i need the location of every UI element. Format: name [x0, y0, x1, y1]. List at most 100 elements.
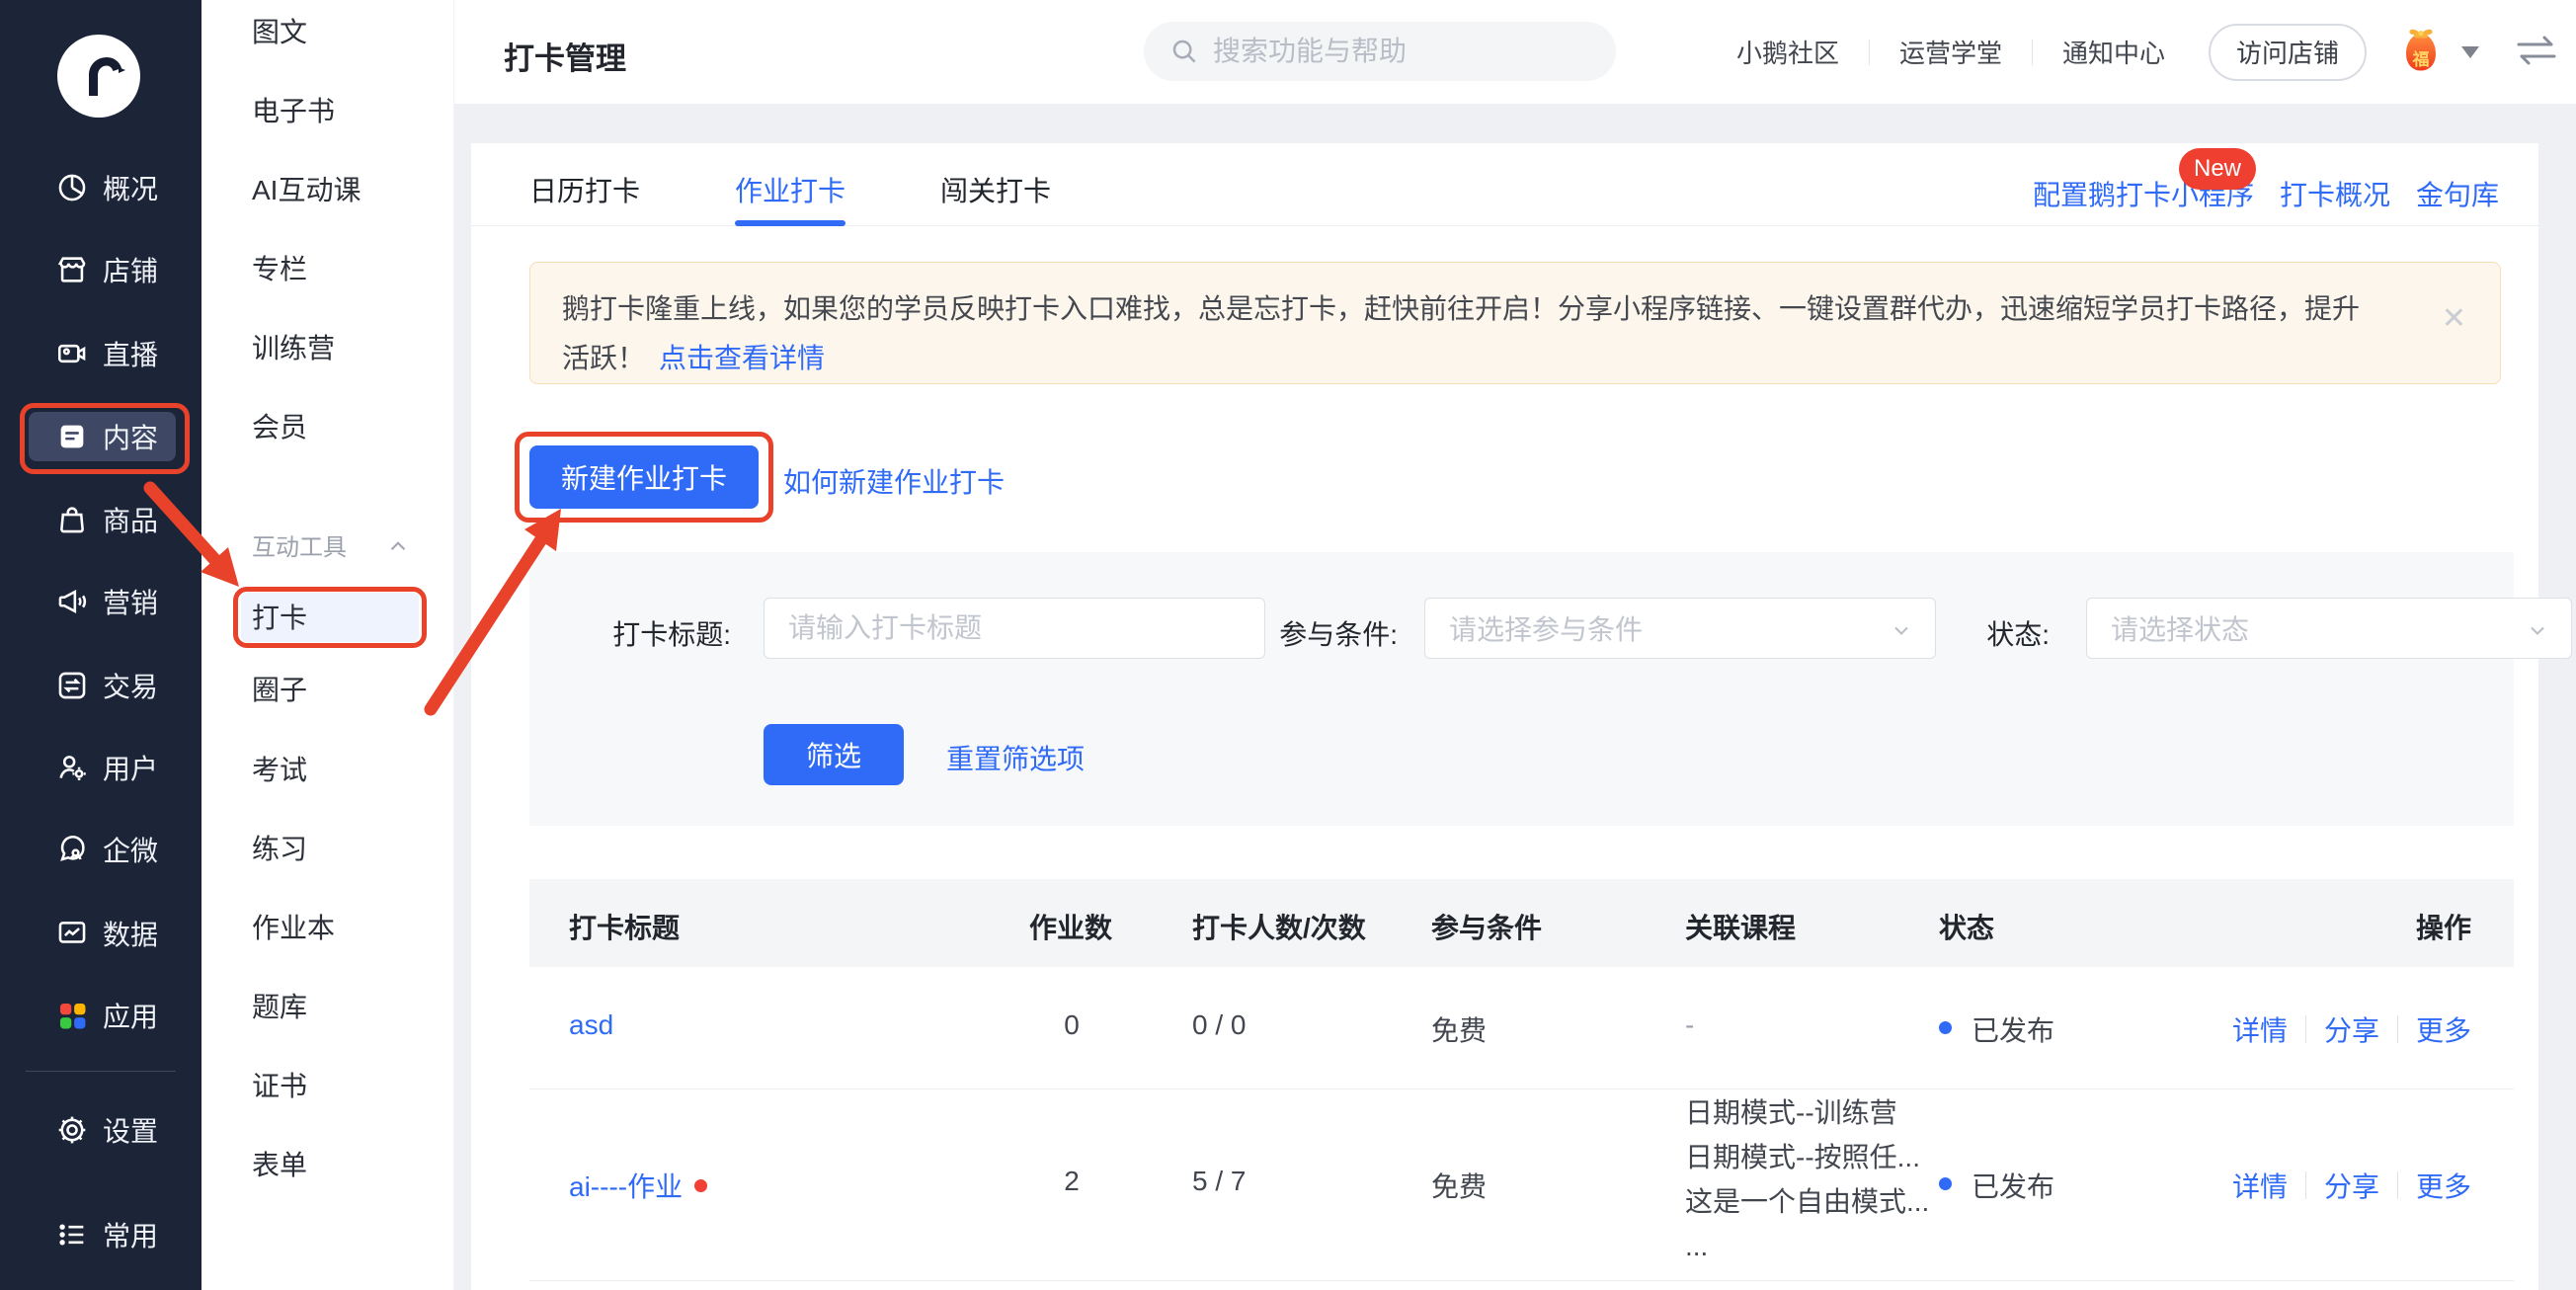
- tab-bar: 日历打卡 作业打卡 闯关打卡: [529, 170, 1051, 209]
- search-input[interactable]: [1213, 36, 1588, 67]
- chevron-down-icon[interactable]: [2461, 46, 2479, 67]
- submenu-item-ebook[interactable]: 电子书: [252, 92, 335, 131]
- condition-select[interactable]: 请选择参与条件: [1424, 598, 1936, 659]
- shop-icon: [55, 253, 89, 286]
- course-line: ...: [1685, 1224, 1929, 1268]
- status-dot: [1939, 1021, 1952, 1034]
- submenu-item-ai-course[interactable]: AI互动课: [252, 171, 361, 210]
- link-daka-overview[interactable]: 打卡概况: [2280, 174, 2390, 213]
- condition-select-placeholder: 请选择参与条件: [1449, 608, 1643, 648]
- action-more[interactable]: 更多: [2416, 1166, 2471, 1205]
- status-cell: 已发布: [1972, 1009, 2054, 1049]
- action-share[interactable]: 分享: [2324, 1009, 2379, 1049]
- banner-detail-link[interactable]: 点击查看详情: [659, 343, 825, 373]
- submenu-item-practice[interactable]: 练习: [252, 830, 307, 869]
- condition-cell: 免费: [1431, 1009, 1487, 1049]
- row-actions: 详情 分享 更多: [2232, 1166, 2471, 1205]
- status-cell: 已发布: [1972, 1166, 2054, 1205]
- avatar[interactable]: 福: [2394, 24, 2448, 81]
- action-more[interactable]: 更多: [2416, 1009, 2471, 1049]
- sidebar-item-overview[interactable]: 概况: [0, 163, 201, 212]
- action-detail[interactable]: 详情: [2232, 1009, 2288, 1049]
- sidebar-item-label: 企微: [103, 830, 158, 869]
- header-right-group: 小鹅社区 运营学堂 通知中心 访问店铺 福: [1736, 0, 2560, 104]
- sidebar-item-settings[interactable]: 设置: [0, 1105, 201, 1155]
- daka-title-link[interactable]: ai----作业: [569, 1166, 683, 1205]
- brand-logo[interactable]: [56, 34, 141, 119]
- filter-title-label: 打卡标题:: [607, 613, 731, 653]
- active-tab-underline: [735, 220, 845, 226]
- status-select[interactable]: 请选择状态: [2086, 598, 2572, 659]
- sidebar-item-label: 店铺: [103, 250, 158, 289]
- tab-homework-daka[interactable]: 作业打卡: [735, 170, 845, 209]
- sidebar-item-marketing[interactable]: 营销: [0, 577, 201, 626]
- banner-text: 鹅打卡隆重上线，如果您的学员反映打卡入口难找，总是忘打卡，赶快前往开启！分享小程…: [562, 293, 2360, 373]
- apps-grid-icon: [55, 999, 89, 1032]
- app-root: 概况 店铺 直播 内容 商品 营销 交易 用户: [0, 0, 2576, 1290]
- sidebar-item-qiwei[interactable]: 企微: [0, 825, 201, 874]
- col-header-status: 状态: [1939, 907, 1994, 946]
- submenu-item-column[interactable]: 专栏: [252, 250, 307, 289]
- link-notifications[interactable]: 通知中心: [2062, 34, 2165, 70]
- visit-store-button[interactable]: 访问店铺: [2209, 24, 2367, 81]
- list-icon: [55, 1218, 89, 1251]
- submenu-item-circle[interactable]: 圈子: [252, 671, 307, 710]
- switch-account-icon[interactable]: [2513, 33, 2560, 71]
- sidebar-item-users[interactable]: 用户: [0, 743, 201, 792]
- col-header-people: 打卡人数/次数: [1192, 907, 1366, 946]
- filter-reset-link[interactable]: 重置筛选项: [946, 738, 1085, 777]
- header-separator: [1869, 40, 1870, 65]
- daka-title-link[interactable]: asd: [569, 1009, 613, 1041]
- link-quote-library[interactable]: 金句库: [2416, 174, 2499, 213]
- chevron-up-icon[interactable]: [385, 533, 411, 564]
- sidebar-item-trade[interactable]: 交易: [0, 661, 201, 710]
- sidebar-item-shop[interactable]: 店铺: [0, 245, 201, 294]
- pie-chart-icon: [55, 171, 89, 204]
- lucky-bag-icon: 福: [2394, 24, 2448, 81]
- how-to-create-link[interactable]: 如何新建作业打卡: [783, 461, 1005, 501]
- sidebar-item-apps[interactable]: 应用: [0, 991, 201, 1040]
- sidebar-item-label: 内容: [103, 417, 158, 456]
- tabbar-right-links: 配置鹅打卡小程序 打卡概况 金句库: [2033, 174, 2499, 213]
- sidebar-item-content[interactable]: 内容: [0, 412, 201, 461]
- submenu-item-certificate[interactable]: 证书: [252, 1067, 307, 1106]
- submenu-item-question-bank[interactable]: 题库: [252, 988, 307, 1027]
- course-cell: 日期模式--训练营 日期模式--按照任... 这是一个自由模式... ...: [1685, 1090, 1929, 1268]
- sidebar-item-label: 数据: [103, 914, 158, 953]
- new-badge: New: [2179, 148, 2256, 190]
- action-detail[interactable]: 详情: [2232, 1166, 2288, 1205]
- sidebar-item-live[interactable]: 直播: [0, 329, 201, 378]
- sidebar-divider: [26, 1071, 176, 1072]
- tab-level-daka[interactable]: 闯关打卡: [940, 170, 1051, 209]
- svg-text:福: 福: [2412, 49, 2430, 69]
- submenu-item-homework[interactable]: 作业本: [252, 909, 335, 948]
- condition-cell: 免费: [1431, 1166, 1487, 1205]
- document-icon: [55, 420, 89, 453]
- sidebar-item-label: 设置: [103, 1110, 158, 1150]
- submenu-item-daka[interactable]: 打卡: [252, 599, 307, 638]
- goose-logo-icon: [56, 34, 141, 119]
- user-gear-icon: [55, 751, 89, 784]
- tab-calendar-daka[interactable]: 日历打卡: [529, 170, 640, 209]
- filter-condition-label: 参与条件:: [1238, 613, 1398, 653]
- action-share[interactable]: 分享: [2324, 1166, 2379, 1205]
- submenu-item-tuwen[interactable]: 图文: [252, 13, 307, 52]
- create-homework-daka-button[interactable]: 新建作业打卡: [529, 445, 759, 509]
- sidebar-item-common[interactable]: 常用: [0, 1210, 201, 1259]
- col-header-homework: 作业数: [1029, 907, 1112, 946]
- megaphone-icon: [55, 585, 89, 618]
- close-icon[interactable]: ✕: [2442, 294, 2466, 344]
- col-header-course: 关联课程: [1685, 907, 1796, 946]
- daka-title-input[interactable]: [764, 598, 1265, 659]
- submenu-item-form[interactable]: 表单: [252, 1146, 307, 1185]
- search-box[interactable]: [1144, 22, 1616, 81]
- sidebar-item-goods[interactable]: 商品: [0, 495, 201, 544]
- filter-submit-button[interactable]: 筛选: [764, 724, 904, 785]
- link-community[interactable]: 小鹅社区: [1736, 34, 1839, 70]
- submenu-item-exam[interactable]: 考试: [252, 751, 307, 790]
- submenu-item-member[interactable]: 会员: [252, 408, 307, 447]
- submenu-item-camp[interactable]: 训练营: [252, 329, 335, 368]
- sidebar-item-data[interactable]: 数据: [0, 909, 201, 958]
- link-academy[interactable]: 运营学堂: [1899, 34, 2002, 70]
- chevron-down-icon: [1890, 618, 1913, 642]
